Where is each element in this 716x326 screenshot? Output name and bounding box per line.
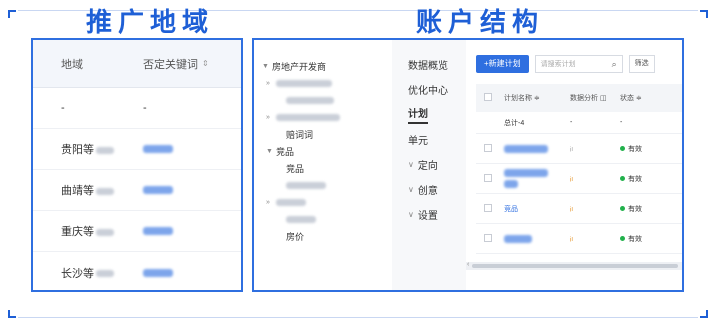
plan-search-input[interactable]: 请搜索计划 ⌕: [534, 55, 623, 73]
negative-cell-blurred[interactable]: [115, 267, 241, 279]
table-header: 计划名称 ≑ 数据分析 ◫ 状态 ≑: [476, 84, 682, 112]
negative-cell-blurred[interactable]: [115, 184, 241, 196]
plan-name-link[interactable]: [494, 234, 566, 243]
col-region: 地域: [61, 58, 83, 71]
region-table: 地域 否定关键词 ⇕ - - 贵阳等 曲靖等 重庆等 长沙等: [31, 38, 243, 292]
tree-expand-icon[interactable]: ▼: [262, 63, 272, 70]
status-badge: 有效: [616, 174, 682, 184]
tree-expand-icon[interactable]: »: [266, 114, 276, 121]
row-checkbox[interactable]: [476, 173, 494, 184]
col-analysis: 数据分析 ◫: [570, 95, 607, 102]
chevron-down-icon: ∨: [408, 160, 414, 169]
nav-item-overview[interactable]: 数据概览: [392, 52, 466, 77]
nav-item-optimization[interactable]: 优化中心: [392, 77, 466, 102]
region-cell: 长沙等: [33, 265, 115, 281]
status-badge: 有效: [616, 234, 682, 244]
table-row: 竞品 ᵢₗ 有效: [476, 194, 682, 224]
region-cell: -: [61, 102, 65, 114]
chart-icon[interactable]: ᵢₗ: [566, 143, 616, 154]
status-dot-icon: [620, 206, 625, 211]
chart-icon[interactable]: ᵢₗ: [566, 233, 616, 244]
heading-account-structure: 账户结构: [416, 8, 545, 38]
table-row: - -: [33, 88, 241, 129]
frame-corner: [8, 310, 16, 318]
chart-icon[interactable]: ᵢₗ: [566, 203, 616, 214]
plan-table: 计划名称 ≑ 数据分析 ◫ 状态 ≑ 总计-4 - - ᵢₗ 有效 ᵢₗ 有效: [476, 84, 682, 254]
nav-item-plan[interactable]: 计划: [392, 102, 466, 127]
row-checkbox[interactable]: [476, 143, 494, 154]
select-all-checkbox[interactable]: [476, 93, 494, 103]
frame-corner: [700, 10, 708, 18]
col-negative-keywords[interactable]: 否定关键词 ⇕: [115, 56, 241, 72]
sort-icon[interactable]: ⇕: [202, 59, 209, 68]
heading-region: 推广地域: [86, 8, 215, 38]
tree-item[interactable]: ▼ 房地产开发商: [254, 58, 392, 75]
tree-expand-icon[interactable]: »: [266, 199, 276, 206]
scroll-left-icon[interactable]: ‹: [467, 261, 469, 268]
tree-expand-icon[interactable]: »: [266, 80, 276, 87]
side-nav: 数据概览 优化中心 计划 单元 ∨ 定向 ∨ 创意 ∨ 设置: [392, 40, 466, 290]
table-row: ᵢₗ 有效: [476, 134, 682, 164]
tree-item[interactable]: 竞品: [254, 160, 392, 177]
chart-icon[interactable]: ᵢₗ: [566, 173, 616, 184]
status-dot-icon: [620, 176, 625, 181]
status-dot-icon: [620, 236, 625, 241]
region-cell: 重庆等: [33, 223, 115, 239]
plan-name-link[interactable]: [494, 144, 566, 153]
row-checkbox[interactable]: [476, 233, 494, 244]
table-row: ᵢₗ 有效: [476, 164, 682, 194]
table-row: 贵阳等: [33, 129, 241, 170]
col-plan-name[interactable]: 计划名称 ≑: [494, 93, 566, 103]
new-plan-button[interactable]: +新建计划: [476, 55, 529, 73]
table-header: 地域 否定关键词 ⇕: [33, 40, 241, 88]
plan-name-link[interactable]: [494, 169, 566, 188]
table-row-total: 总计-4 - -: [476, 112, 682, 134]
negative-cell-blurred[interactable]: [115, 143, 241, 155]
tree-item[interactable]: 房价: [254, 228, 392, 245]
col-negative-label: 否定关键词: [143, 58, 198, 71]
analysis-icon[interactable]: ◫: [600, 95, 607, 102]
nav-item-targeting[interactable]: ∨ 定向: [392, 152, 466, 177]
table-row: 长沙等: [33, 252, 241, 290]
horizontal-scrollbar[interactable]: ‹: [466, 261, 682, 270]
negative-cell-blurred[interactable]: [115, 225, 241, 237]
scrollbar-thumb[interactable]: [472, 264, 678, 268]
status-badge: 有效: [616, 144, 682, 154]
region-cell: 贵阳等: [33, 141, 115, 157]
frame-line: [18, 317, 698, 318]
nav-item-settings[interactable]: ∨ 设置: [392, 202, 466, 227]
chevron-down-icon: ∨: [408, 210, 414, 219]
frame-corner: [8, 10, 16, 18]
tree-item[interactable]: [254, 211, 392, 228]
tree-item[interactable]: 赔词词: [254, 126, 392, 143]
region-cell: 曲靖等: [33, 182, 115, 198]
status-badge: 有效: [616, 204, 682, 214]
tree-item[interactable]: »: [254, 75, 392, 92]
table-row: 曲靖等: [33, 170, 241, 211]
account-structure-panel: ▼ 房地产开发商 » » 赔词词 ▼ 竞品 竞品 » 房价 数据概览 优化中心 计划…: [252, 38, 684, 292]
nav-item-creative[interactable]: ∨ 创意: [392, 177, 466, 202]
status-dot-icon: [620, 146, 625, 151]
search-icon[interactable]: ⌕: [612, 59, 617, 70]
toolbar: +新建计划 请搜索计划 ⌕ 筛选: [476, 54, 682, 74]
plan-main: +新建计划 请搜索计划 ⌕ 筛选 计划名称 ≑ 数据分析 ◫ 状态 ≑ 总计-4…: [466, 40, 682, 290]
total-label: 总计-4: [504, 119, 525, 127]
tree-item[interactable]: »: [254, 194, 392, 211]
chevron-down-icon: ∨: [408, 185, 414, 194]
tree-expand-icon[interactable]: ▼: [266, 148, 276, 155]
account-tree: ▼ 房地产开发商 » » 赔词词 ▼ 竞品 竞品 » 房价: [254, 40, 392, 290]
col-status[interactable]: 状态 ≑: [616, 93, 682, 103]
tree-item[interactable]: [254, 92, 392, 109]
frame-corner: [700, 310, 708, 318]
row-checkbox[interactable]: [476, 203, 494, 214]
tree-item[interactable]: ▼ 竞品: [254, 143, 392, 160]
plan-name-link[interactable]: 竞品: [494, 204, 566, 214]
tree-item[interactable]: »: [254, 109, 392, 126]
negative-cell: -: [143, 102, 147, 114]
tree-item[interactable]: [254, 177, 392, 194]
filter-button[interactable]: 筛选: [628, 55, 655, 73]
table-row: ᵢₗ 有效: [476, 224, 682, 254]
nav-item-unit[interactable]: 单元: [392, 127, 466, 152]
table-row: 重庆等: [33, 211, 241, 252]
